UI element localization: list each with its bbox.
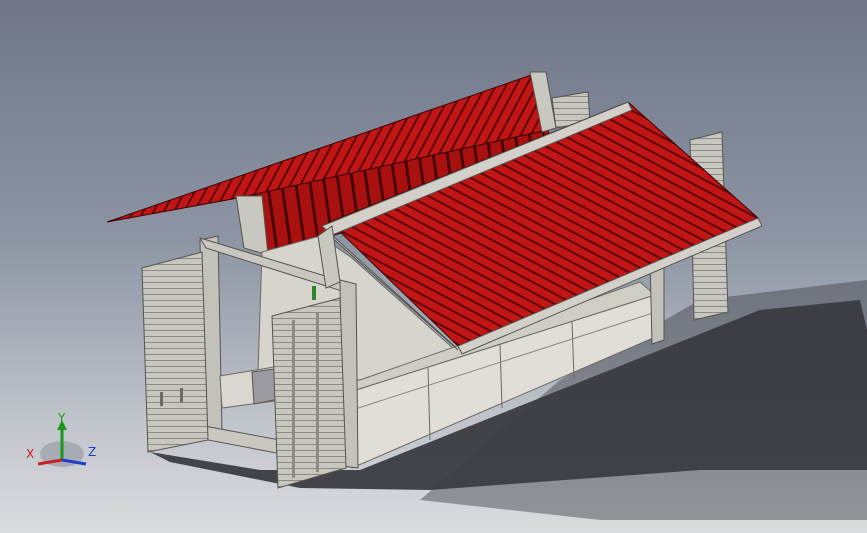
green-detail bbox=[312, 286, 316, 300]
door-left-handle-1 bbox=[160, 392, 163, 406]
cad-viewport[interactable]: Y X Z bbox=[0, 0, 867, 533]
door-left bbox=[141, 251, 209, 453]
door-left-handle-2 bbox=[180, 388, 183, 402]
triad-z-label: Z bbox=[88, 445, 96, 459]
door-front-bar-1 bbox=[292, 320, 295, 478]
container-model-scene[interactable] bbox=[0, 0, 867, 533]
triad-y-label: Y bbox=[57, 412, 66, 425]
door-front-bar-2 bbox=[316, 312, 319, 472]
triad-x-label: X bbox=[26, 447, 34, 461]
roof-panel-end-frame bbox=[235, 195, 269, 256]
door-front bbox=[271, 297, 347, 489]
axis-triad: Y X Z bbox=[26, 412, 96, 467]
